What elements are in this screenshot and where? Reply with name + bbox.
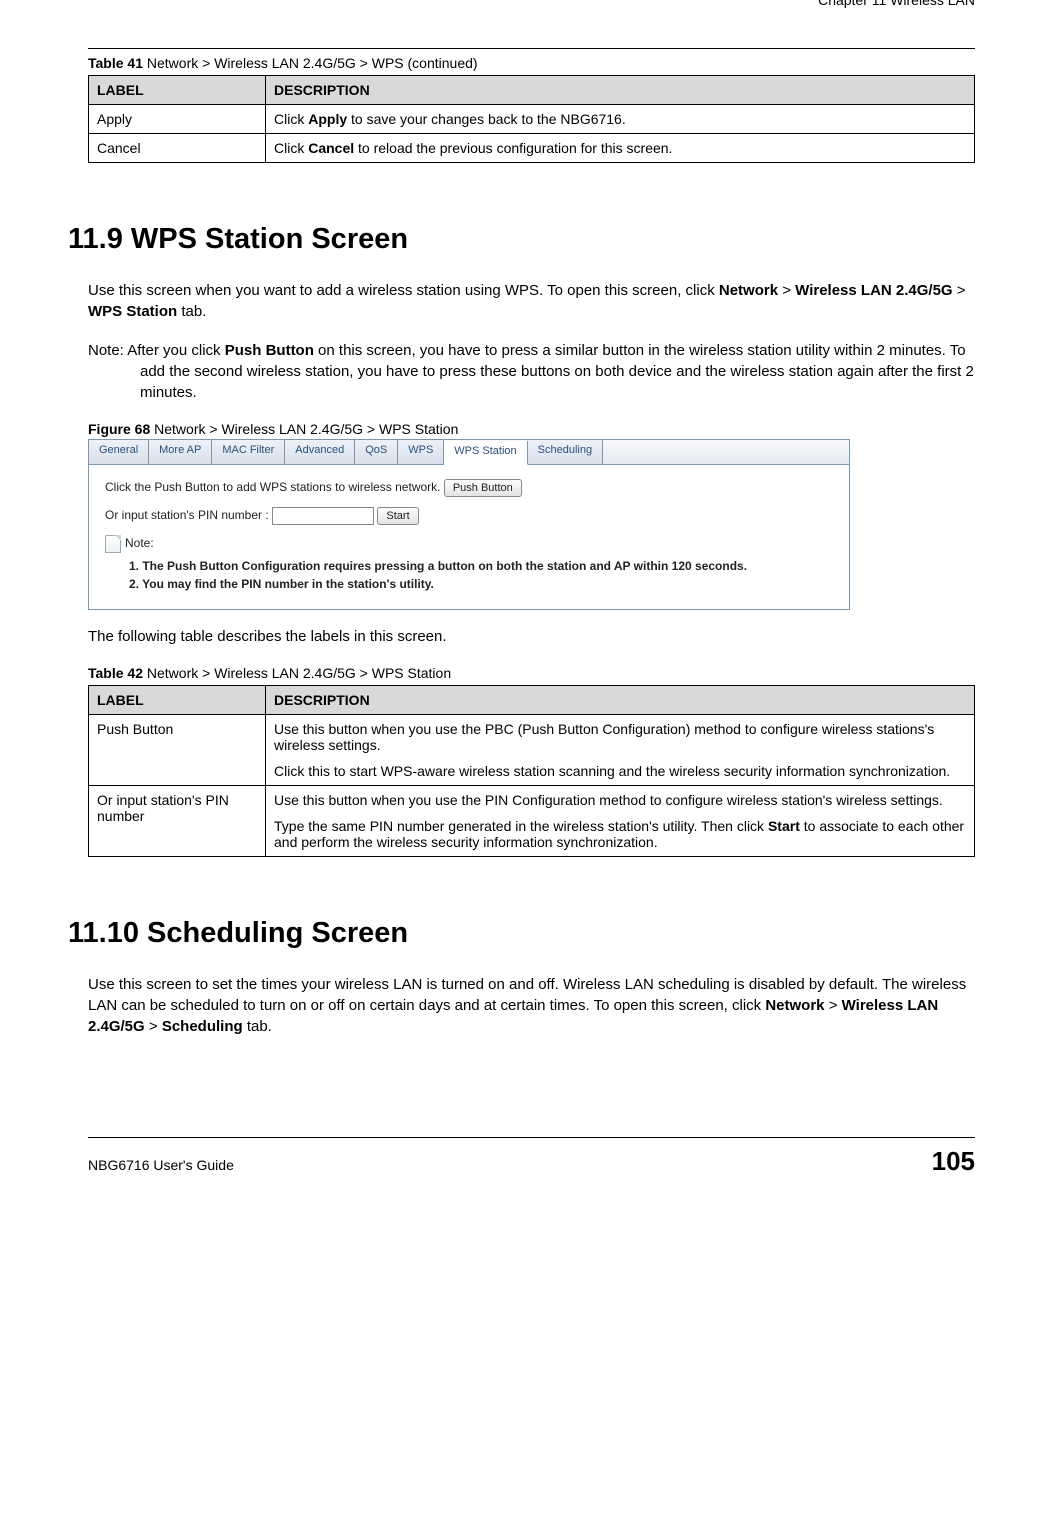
note-item-2: 2. You may find the PIN number in the st… — [129, 575, 833, 593]
running-header: Chapter 11 Wireless LAN — [88, 0, 975, 8]
push-button-row: Click the Push Button to add WPS station… — [105, 479, 833, 497]
text: Use this button when you use the PIN Con… — [274, 792, 966, 808]
header-rule — [88, 48, 975, 49]
tab-wps-station[interactable]: WPS Station — [444, 441, 527, 465]
table41-row0-label: Apply — [89, 105, 266, 134]
table41-header-row: LABEL DESCRIPTION — [89, 76, 975, 105]
table41-caption-bold: Table 41 — [88, 55, 143, 71]
text: Type the same PIN number generated in th… — [274, 818, 966, 850]
text: Use this screen when you want to add a w… — [88, 282, 719, 299]
note-icon — [105, 535, 121, 553]
text-bold: Network — [719, 282, 778, 299]
text-bold: Wireless LAN 2.4G/5G — [795, 282, 952, 299]
text: Click — [274, 111, 308, 127]
table-row: Push Button Use this button when you use… — [89, 715, 975, 786]
text: Click this to start WPS-aware wireless s… — [274, 763, 966, 779]
footer: NBG6716 User's Guide 105 — [88, 1137, 975, 1177]
table41-row0-desc: Click Apply to save your changes back to… — [266, 105, 975, 134]
table-row: Apply Click Apply to save your changes b… — [89, 105, 975, 134]
section-11-9-heading: 11.9 WPS Station Screen — [68, 223, 975, 256]
section-11-10-heading: 11.10 Scheduling Screen — [68, 917, 975, 950]
pin-row: Or input station's PIN number : Start — [105, 507, 833, 525]
section-11-9-note: Note: After you click Push Button on thi… — [88, 340, 975, 403]
push-button[interactable]: Push Button — [444, 479, 522, 497]
text: Note: After you click — [88, 342, 225, 359]
start-button[interactable]: Start — [377, 507, 418, 525]
section-11-9-intro: Use this screen when you want to add a w… — [88, 280, 975, 322]
text-bold: Apply — [308, 111, 347, 127]
footer-guide-name: NBG6716 User's Guide — [88, 1157, 234, 1173]
table-row: Cancel Click Cancel to reload the previo… — [89, 134, 975, 163]
table41-row1-label: Cancel — [89, 134, 266, 163]
text-bold: Scheduling — [162, 1018, 243, 1035]
text: tab. — [243, 1018, 272, 1035]
text: to reload the previous configuration for… — [354, 140, 672, 156]
text: Type the same PIN number generated in th… — [274, 818, 768, 834]
table41: LABEL DESCRIPTION Apply Click Apply to s… — [88, 75, 975, 163]
text: Use this button when you use the PBC (Pu… — [274, 721, 966, 753]
tab-more-ap[interactable]: More AP — [149, 440, 212, 464]
table42: LABEL DESCRIPTION Push Button Use this b… — [88, 685, 975, 857]
tab-advanced[interactable]: Advanced — [285, 440, 355, 464]
table42-caption: Table 42 Network > Wireless LAN 2.4G/5G … — [88, 665, 975, 681]
text-bold: WPS Station — [88, 303, 177, 320]
text: > — [145, 1018, 162, 1035]
table41-header-label: LABEL — [89, 76, 266, 105]
tab-general[interactable]: General — [89, 440, 149, 464]
tab-wps[interactable]: WPS — [398, 440, 444, 464]
note-heading: Note: — [105, 535, 833, 553]
footer-rule — [88, 1137, 975, 1138]
table42-header-label: LABEL — [89, 686, 266, 715]
push-button-hint: Click the Push Button to add WPS station… — [105, 480, 440, 494]
table42-header-desc: DESCRIPTION — [266, 686, 975, 715]
pin-input[interactable] — [272, 507, 374, 525]
text: tab. — [177, 303, 206, 320]
text: > — [953, 282, 966, 299]
figure68-caption: Figure 68 Network > Wireless LAN 2.4G/5G… — [88, 421, 975, 437]
table41-header-desc: DESCRIPTION — [266, 76, 975, 105]
screenshot-body: Click the Push Button to add WPS station… — [89, 465, 849, 609]
tab-scheduling[interactable]: Scheduling — [528, 440, 603, 464]
text: > — [825, 997, 842, 1014]
table42-header-row: LABEL DESCRIPTION — [89, 686, 975, 715]
text-bold: Network — [765, 997, 824, 1014]
table-row: Or input station's PIN number Use this b… — [89, 786, 975, 857]
table42-row0-desc: Use this button when you use the PBC (Pu… — [266, 715, 975, 786]
table41-caption-rest: Network > Wireless LAN 2.4G/5G > WPS (co… — [143, 55, 478, 71]
tab-mac-filter[interactable]: MAC Filter — [212, 440, 285, 464]
table42-row0-label: Push Button — [89, 715, 266, 786]
table42-row1-label: Or input station's PIN number — [89, 786, 266, 857]
figure68-screenshot: General More AP MAC Filter Advanced QoS … — [88, 439, 850, 610]
table41-caption: Table 41 Network > Wireless LAN 2.4G/5G … — [88, 55, 975, 71]
page-number: 105 — [932, 1146, 975, 1177]
text-bold: Start — [768, 818, 800, 834]
post-figure-text: The following table describes the labels… — [88, 626, 975, 647]
section-11-10-body: Use this screen to set the times your wi… — [88, 974, 975, 1037]
table42-caption-rest: Network > Wireless LAN 2.4G/5G > WPS Sta… — [143, 665, 451, 681]
tab-bar: General More AP MAC Filter Advanced QoS … — [89, 440, 849, 465]
table42-caption-bold: Table 42 — [88, 665, 143, 681]
text: > — [778, 282, 795, 299]
tab-qos[interactable]: QoS — [355, 440, 398, 464]
text: to save your changes back to the NBG6716… — [347, 111, 626, 127]
note-content: 1. The Push Button Configuration require… — [105, 557, 833, 593]
note-label-text: Note: — [125, 536, 154, 550]
note-box: Note: 1. The Push Button Configuration r… — [105, 535, 833, 593]
text: Click — [274, 140, 308, 156]
table42-row1-desc: Use this button when you use the PIN Con… — [266, 786, 975, 857]
text-bold: Push Button — [225, 342, 314, 359]
table41-row1-desc: Click Cancel to reload the previous conf… — [266, 134, 975, 163]
figure68-caption-rest: Network > Wireless LAN 2.4G/5G > WPS Sta… — [150, 421, 458, 437]
figure68-caption-bold: Figure 68 — [88, 421, 150, 437]
text-bold: Cancel — [308, 140, 354, 156]
pin-label: Or input station's PIN number : — [105, 508, 269, 522]
note-item-1: 1. The Push Button Configuration require… — [129, 557, 833, 575]
